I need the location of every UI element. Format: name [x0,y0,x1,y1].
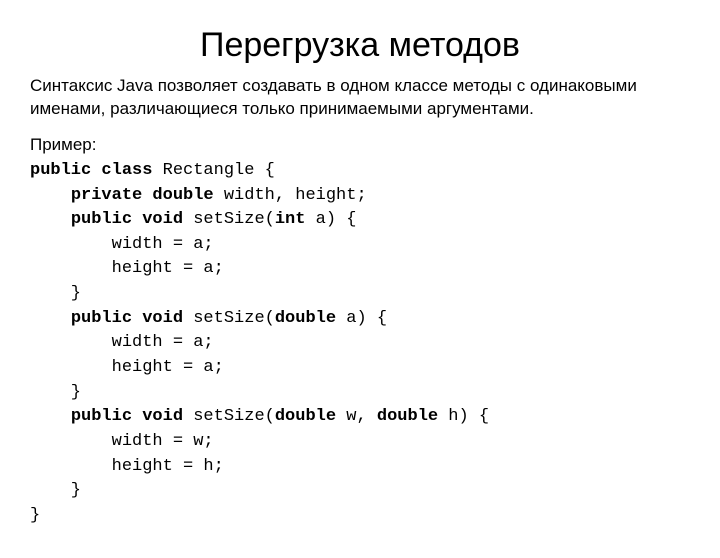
code-text: height = a; [30,358,224,377]
slide: Перегрузка методов Синтаксис Java позвол… [0,0,720,558]
keyword: public void [71,407,183,426]
example-label: Пример: [30,135,690,155]
code-text: height = a; [30,259,224,278]
code-text: width = w; [30,432,214,451]
description-text: Синтаксис Java позволяет создавать в одн… [30,75,690,121]
code-text: h) { [438,407,489,426]
code-text: } [30,506,40,525]
keyword: double [275,309,336,328]
code-text: } [30,383,81,402]
keyword: public class [30,161,152,180]
code-text: a) { [305,210,356,229]
keyword: double [275,407,336,426]
code-text: w, [336,407,377,426]
code-text: a) { [336,309,387,328]
keyword: int [275,210,306,229]
code-text: } [30,284,81,303]
code-text: width = a; [30,333,214,352]
keyword: public void [71,309,183,328]
code-text: width, height; [214,186,367,205]
code-text: setSize( [183,407,275,426]
page-title: Перегрузка методов [30,26,690,65]
code-text: } [30,481,81,500]
keyword: private double [71,186,214,205]
code-text: width = a; [30,235,214,254]
code-text: setSize( [183,210,275,229]
code-text: height = h; [30,457,224,476]
code-text: Rectangle { [152,161,274,180]
keyword: public void [71,210,183,229]
code-block: public class Rectangle { private double … [30,159,690,529]
keyword: double [377,407,438,426]
code-text: setSize( [183,309,275,328]
